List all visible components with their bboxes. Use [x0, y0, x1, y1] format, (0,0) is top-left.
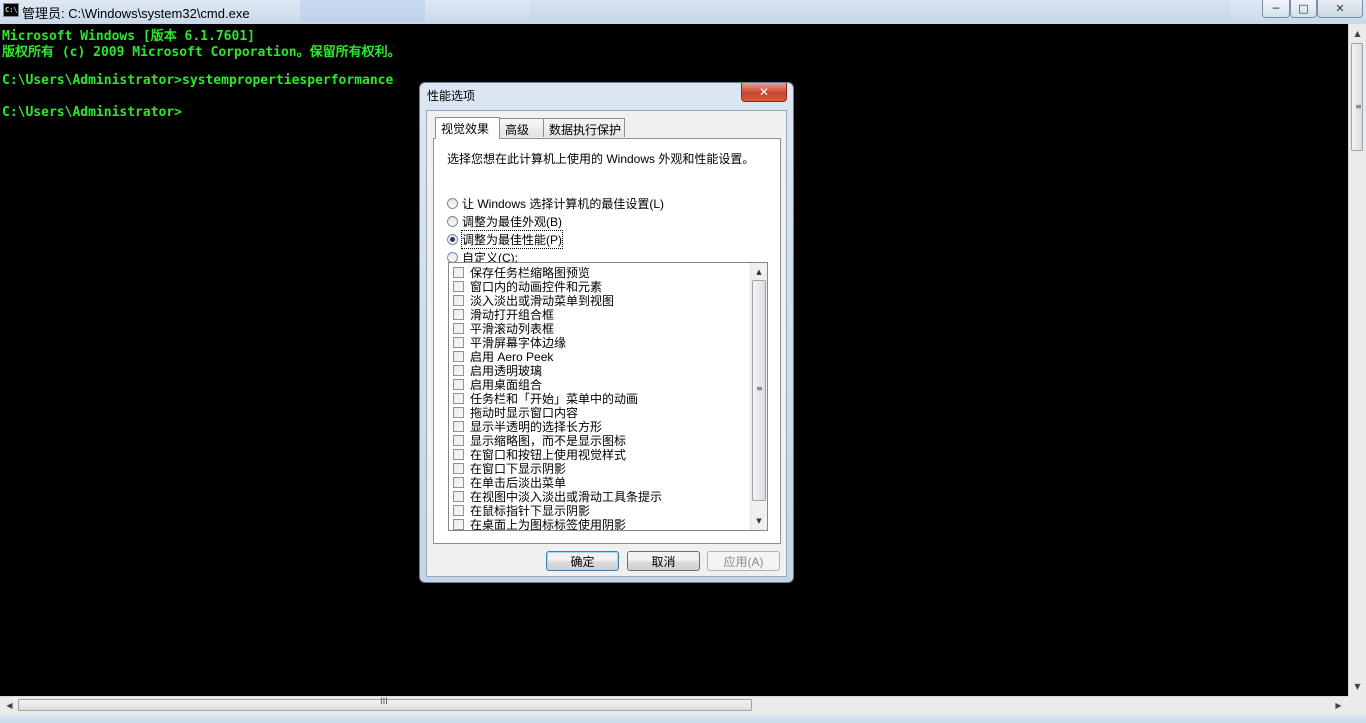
close-icon: ✕ — [1335, 1, 1345, 15]
maximize-icon: □ — [1298, 1, 1309, 15]
effect-checkbox[interactable] — [453, 476, 464, 488]
minimize-icon: ─ — [1272, 1, 1280, 15]
effect-checkbox[interactable] — [453, 294, 464, 306]
radio-button[interactable] — [447, 251, 458, 263]
console-line: 版权所有 (c) 2009 Microsoft Corporation。保留所有… — [2, 45, 401, 60]
tab-advanced[interactable]: 高级 — [499, 118, 544, 137]
scroll-down-icon[interactable]: ▼ — [751, 513, 767, 529]
scroll-up-icon[interactable]: ▲ — [1349, 25, 1366, 42]
effect-label: 在桌面上为图标标签使用阴影 — [470, 517, 627, 531]
tab-dep[interactable]: 数据执行保护 — [543, 118, 625, 137]
radio-label: 调整为最佳性能(P) — [461, 229, 563, 249]
window-title: 管理员: C:\Windows\system32\cmd.exe — [22, 6, 250, 21]
effect-checkbox[interactable] — [453, 336, 464, 348]
vertical-scrollbar[interactable]: ▲ ≡ ▼ — [1348, 24, 1366, 696]
minimize-button[interactable]: ─ — [1262, 0, 1290, 18]
effect-checkbox[interactable] — [453, 448, 464, 460]
tab-visual-effects[interactable]: 视觉效果 — [435, 117, 500, 139]
grip-icon: ≡ — [1355, 102, 1362, 111]
dialog-close-button[interactable]: ✕ — [741, 83, 787, 102]
vertical-scroll-thumb[interactable]: ≡ — [1351, 43, 1363, 151]
effect-checkbox[interactable] — [453, 308, 464, 320]
scroll-down-icon[interactable]: ▼ — [1349, 678, 1366, 695]
scroll-up-icon[interactable]: ▲ — [751, 264, 767, 280]
radio-button[interactable] — [447, 197, 458, 209]
visual-effects-list[interactable]: 保存任务栏缩略图预览 窗口内的动画控件和元素 淡入淡出或滑动菜单到视图 滑动打开组合框… — [448, 262, 768, 531]
scrollbar-corner — [1348, 696, 1366, 714]
console-line: C:\Users\Administrator> — [2, 105, 183, 120]
scroll-left-icon[interactable]: ◀ — [1, 697, 18, 714]
ok-button[interactable]: 确定 — [546, 551, 619, 571]
radio-best-appearance[interactable]: 调整为最佳外观(B) — [447, 213, 562, 229]
console-line: C:\Users\Administrator>systempropertiesp… — [2, 73, 394, 88]
radio-button[interactable] — [447, 215, 458, 227]
titlebar-reflection — [300, 0, 425, 22]
performance-options-dialog[interactable]: 性能选项 ✕ 视觉效果 高级 数据执行保护 选择您想在此计算机上使用的 Wind… — [419, 82, 794, 583]
effect-checkbox[interactable] — [453, 490, 464, 502]
effect-checkbox[interactable] — [453, 322, 464, 334]
close-button[interactable]: ✕ — [1317, 0, 1363, 18]
effect-checkbox[interactable] — [453, 378, 464, 390]
close-icon: ✕ — [758, 85, 770, 99]
grip-icon: III — [380, 697, 388, 707]
effect-checkbox[interactable] — [453, 280, 464, 292]
dialog-title: 性能选项 — [427, 89, 476, 103]
effect-checkbox[interactable] — [453, 350, 464, 362]
cancel-button[interactable]: 取消 — [627, 551, 700, 571]
grip-icon: ≡ — [756, 384, 763, 393]
effect-checkbox[interactable] — [453, 434, 464, 446]
effect-checkbox[interactable] — [453, 364, 464, 376]
effect-checkbox[interactable] — [453, 406, 464, 418]
radio-label: 调整为最佳外观(B) — [462, 214, 562, 229]
effects-list-scrollbar[interactable]: ▲ ≡ ▼ — [750, 263, 767, 530]
apply-button[interactable]: 应用(A) — [707, 551, 780, 571]
effect-checkbox[interactable] — [453, 462, 464, 474]
dialog-client-area: 视觉效果 高级 数据执行保护 选择您想在此计算机上使用的 Windows 外观和… — [426, 110, 787, 577]
effects-scroll-thumb[interactable]: ≡ — [752, 280, 766, 501]
maximize-button[interactable]: □ — [1290, 0, 1317, 18]
radio-best-performance[interactable]: 调整为最佳性能(P) — [447, 229, 563, 249]
radio-let-windows-choose[interactable]: 让 Windows 选择计算机的最佳设置(L) — [447, 195, 664, 211]
effect-checkbox[interactable] — [453, 518, 464, 530]
title-bar[interactable]: C:\ 管理员: C:\Windows\system32\cmd.exe ─ □… — [0, 0, 1366, 24]
effect-item[interactable]: 在桌面上为图标标签使用阴影 — [453, 517, 627, 531]
effect-checkbox[interactable] — [453, 266, 464, 278]
scroll-right-icon[interactable]: ▶ — [1330, 697, 1347, 714]
cmd-icon: C:\ — [3, 3, 19, 17]
horizontal-scroll-thumb[interactable]: III — [18, 697, 752, 711]
settings-description: 选择您想在此计算机上使用的 Windows 外观和性能设置。 — [447, 152, 755, 166]
horizontal-scrollbar[interactable]: ◀ III ▶ — [0, 696, 1348, 714]
effect-checkbox[interactable] — [453, 392, 464, 404]
window-bottom-border — [0, 714, 1366, 723]
tab-panel: 选择您想在此计算机上使用的 Windows 外观和性能设置。 让 Windows… — [433, 138, 781, 544]
effect-checkbox[interactable] — [453, 420, 464, 432]
effect-checkbox[interactable] — [453, 504, 464, 516]
radio-label: 让 Windows 选择计算机的最佳设置(L) — [462, 196, 665, 211]
titlebar-reflection-wide — [530, 0, 1230, 22]
radio-button-selected[interactable] — [447, 233, 458, 245]
